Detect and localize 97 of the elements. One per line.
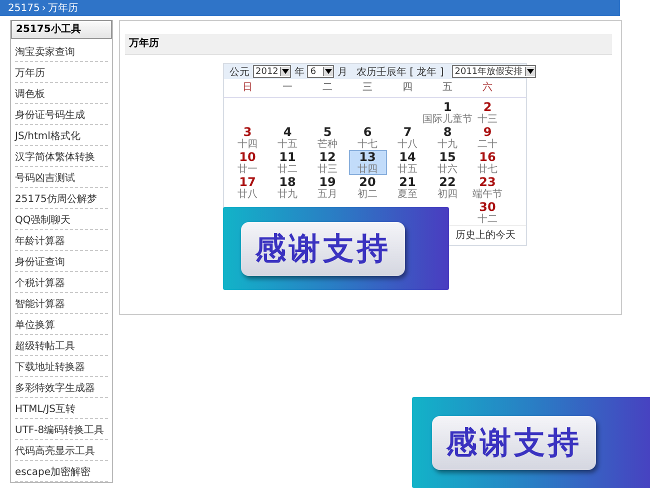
day-number[interactable]: 19 [319,176,336,189]
lunar-date: 十四 [238,139,258,150]
lunar-date: 廿三 [318,164,338,175]
day-number[interactable]: 4 [283,126,292,139]
lunar-date: 端午节 [472,189,502,200]
day-number[interactable]: 20 [359,176,376,189]
sidebar-link[interactable]: 淘宝卖家查询 [15,41,108,62]
history-link[interactable]: 历史上的今天 [456,228,516,242]
sidebar-link[interactable]: 万年历 [15,62,108,83]
weekday-header: 六 [482,81,494,95]
dropdown-caret-icon [325,69,332,74]
sidebar-link[interactable]: 调色板 [15,83,108,104]
sidebar-link[interactable]: 智能计算器 [15,293,108,314]
weekday-header: 三 [362,81,374,95]
day-number[interactable]: 21 [399,176,416,189]
lunar-date: 廿一 [238,164,258,175]
era-label: 公元 [230,66,250,78]
lunar-date: 十三 [478,114,498,125]
sidebar-link[interactable]: JS/html格式化 [15,125,108,146]
lunar-date: 夏至 [398,189,418,200]
sidebar-link[interactable]: 年龄计算器 [15,230,108,251]
lunar-date: 芒种 [318,139,338,150]
sidebar-link[interactable]: 超级转帖工具 [15,335,108,356]
sidebar-link[interactable]: 身份证查询 [15,251,108,272]
sidebar-link[interactable]: 单位换算 [15,314,108,335]
day-number[interactable]: 6 [363,126,372,139]
lunar-date: 国际儿童节 [422,114,472,125]
day-number[interactable]: 2 [483,101,492,114]
day-number[interactable]: 7 [403,126,412,139]
day-number[interactable]: 12 [319,151,336,164]
day-number[interactable]: 14 [399,151,416,164]
dropdown-caret-icon [526,69,534,74]
sidebar-link[interactable]: 25175仿周公解梦 [15,188,108,209]
lunar-date: 十九 [438,139,458,150]
banner-ad[interactable]: 感谢支持 [412,397,650,488]
dropdown-caret-icon [282,69,290,74]
sidebar-link[interactable]: 个税计算器 [15,272,108,293]
lunar-date: 初四 [438,189,458,200]
day-number[interactable]: 23 [479,176,496,189]
lunar-date: 廿九 [278,189,298,200]
lunar-date: 十五 [278,139,298,150]
sidebar-link[interactable]: QQ强制聊天 [15,209,108,230]
banner-ad[interactable]: 感谢支持 [223,207,449,290]
panel-title: 万年历 [125,34,612,55]
day-number[interactable]: 22 [439,176,456,189]
lunar-date: 廿二 [278,164,298,175]
sidebar-title: 25175小工具 [11,20,112,39]
month-select[interactable]: 6 [307,65,334,78]
lunar-date: 十七 [358,139,378,150]
day-number[interactable]: 15 [439,151,456,164]
holiday-select[interactable]: 2011年放假安排 [452,65,536,78]
sidebar-link[interactable]: 代码高亮显示工具 [15,440,108,461]
day-number[interactable]: 30 [479,201,496,214]
day-number[interactable]: 5 [323,126,332,139]
day-number[interactable]: 16 [479,151,496,164]
lunar-date: 十二 [478,214,498,225]
day-number[interactable]: 1 [443,101,452,114]
month-label: 月 [337,66,348,78]
day-number[interactable]: 18 [279,176,296,189]
weekday-header: 日 [242,81,254,95]
sidebar-link[interactable]: HTML/JS互转 [15,398,108,419]
breadcrumb-link[interactable]: 25175 [8,2,40,14]
weekday-header: 二 [322,81,334,95]
lunar-date: 十八 [398,139,418,150]
banner-text: 感谢支持 [241,222,406,276]
weekday-header: 五 [442,81,454,95]
banner-text: 感谢支持 [432,416,596,470]
lunar-date: 廿八 [238,189,258,200]
year-select[interactable]: 2012 [252,65,292,78]
breadcrumb-current: 万年历 [48,2,78,15]
weekday-header: 一 [282,81,294,95]
day-number[interactable]: 3 [243,126,252,139]
sidebar-link[interactable]: escape加密解密 [15,461,108,482]
selected-day-cell[interactable]: 13 廿四 [348,150,386,175]
day-number[interactable]: 11 [279,151,296,164]
sidebar-link[interactable]: UTF-8编码转换工具 [15,419,108,440]
day-number[interactable]: 13 [359,151,376,164]
day-number[interactable]: 8 [443,126,452,139]
lunar-date: 廿六 [438,164,458,175]
sidebar-link[interactable]: 下载地址转换器 [15,356,108,377]
sidebar-link[interactable]: 多彩特效字生成器 [15,377,108,398]
lunar-date: 初二 [358,189,378,200]
day-number[interactable]: 9 [483,126,492,139]
sidebar-link[interactable]: 身份证号码生成 [15,104,108,125]
sidebar-link[interactable]: 汉字简体繁体转换 [15,146,108,167]
lunar-date: 五月 [318,189,338,200]
weekday-header: 四 [402,81,414,95]
year-label: 年 [294,66,304,78]
lunar-date: 廿七 [478,164,498,175]
lunar-date: 廿四 [358,164,378,175]
breadcrumb-separator: › [42,2,46,14]
lunar-year-label: 农历壬辰年 [ 龙年 ] [356,66,444,78]
lunar-date: 廿五 [398,164,418,175]
lunar-date: 二十 [478,139,498,150]
day-number[interactable]: 10 [239,151,256,164]
sidebar-link[interactable]: 号码凶吉测试 [15,167,108,188]
day-number[interactable]: 17 [239,176,256,189]
